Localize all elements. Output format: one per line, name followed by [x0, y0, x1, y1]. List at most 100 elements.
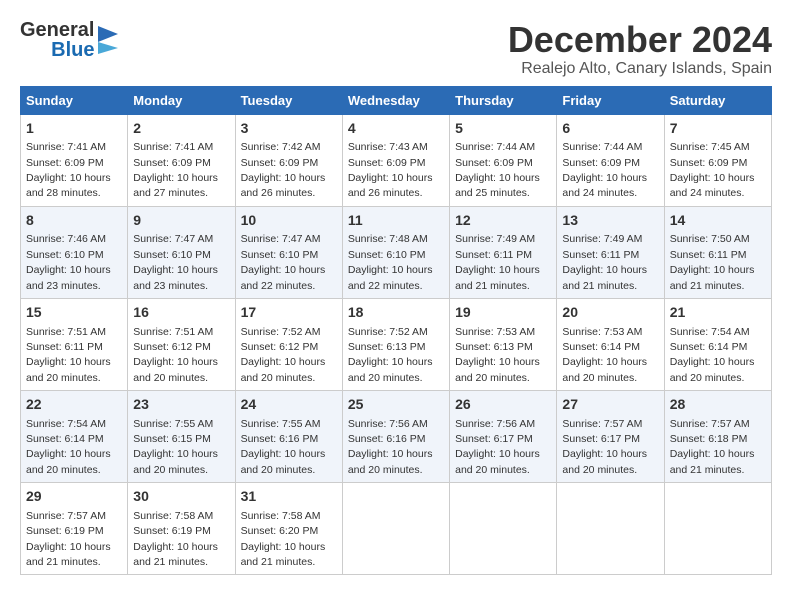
day-number: 21	[670, 303, 766, 323]
day-info: Sunrise: 7:42 AMSunset: 6:09 PMDaylight:…	[241, 141, 326, 199]
calendar-cell: 25 Sunrise: 7:56 AMSunset: 6:16 PMDaylig…	[342, 391, 449, 483]
calendar-cell: 26 Sunrise: 7:56 AMSunset: 6:17 PMDaylig…	[450, 391, 557, 483]
day-number: 19	[455, 303, 551, 323]
calendar-cell	[557, 483, 664, 575]
day-info: Sunrise: 7:45 AMSunset: 6:09 PMDaylight:…	[670, 141, 755, 199]
day-info: Sunrise: 7:55 AMSunset: 6:16 PMDaylight:…	[241, 418, 326, 476]
calendar-header-row: SundayMondayTuesdayWednesdayThursdayFrid…	[21, 86, 772, 114]
calendar-cell: 1 Sunrise: 7:41 AMSunset: 6:09 PMDayligh…	[21, 114, 128, 206]
day-number: 15	[26, 303, 122, 323]
day-number: 11	[348, 211, 444, 231]
day-info: Sunrise: 7:57 AMSunset: 6:17 PMDaylight:…	[562, 418, 647, 476]
day-info: Sunrise: 7:56 AMSunset: 6:17 PMDaylight:…	[455, 418, 540, 476]
day-info: Sunrise: 7:57 AMSunset: 6:18 PMDaylight:…	[670, 418, 755, 476]
calendar-cell: 19 Sunrise: 7:53 AMSunset: 6:13 PMDaylig…	[450, 298, 557, 390]
day-number: 17	[241, 303, 337, 323]
day-number: 28	[670, 395, 766, 415]
day-info: Sunrise: 7:49 AMSunset: 6:11 PMDaylight:…	[562, 233, 647, 291]
day-info: Sunrise: 7:50 AMSunset: 6:11 PMDaylight:…	[670, 233, 755, 291]
day-number: 7	[670, 119, 766, 139]
day-info: Sunrise: 7:57 AMSunset: 6:19 PMDaylight:…	[26, 510, 111, 568]
col-header-thursday: Thursday	[450, 86, 557, 114]
logo: General Blue	[20, 20, 120, 60]
calendar-cell: 31 Sunrise: 7:58 AMSunset: 6:20 PMDaylig…	[235, 483, 342, 575]
day-number: 25	[348, 395, 444, 415]
day-info: Sunrise: 7:44 AMSunset: 6:09 PMDaylight:…	[455, 141, 540, 199]
calendar-cell: 4 Sunrise: 7:43 AMSunset: 6:09 PMDayligh…	[342, 114, 449, 206]
day-number: 26	[455, 395, 551, 415]
calendar-cell	[664, 483, 771, 575]
day-info: Sunrise: 7:56 AMSunset: 6:16 PMDaylight:…	[348, 418, 433, 476]
day-info: Sunrise: 7:58 AMSunset: 6:19 PMDaylight:…	[133, 510, 218, 568]
calendar-cell: 23 Sunrise: 7:55 AMSunset: 6:15 PMDaylig…	[128, 391, 235, 483]
day-info: Sunrise: 7:55 AMSunset: 6:15 PMDaylight:…	[133, 418, 218, 476]
day-number: 10	[241, 211, 337, 231]
calendar-cell: 6 Sunrise: 7:44 AMSunset: 6:09 PMDayligh…	[557, 114, 664, 206]
day-number: 30	[133, 487, 229, 507]
day-number: 14	[670, 211, 766, 231]
calendar-cell: 21 Sunrise: 7:54 AMSunset: 6:14 PMDaylig…	[664, 298, 771, 390]
day-number: 1	[26, 119, 122, 139]
day-number: 6	[562, 119, 658, 139]
day-number: 20	[562, 303, 658, 323]
calendar-week-row: 8 Sunrise: 7:46 AMSunset: 6:10 PMDayligh…	[21, 206, 772, 298]
col-header-saturday: Saturday	[664, 86, 771, 114]
day-number: 3	[241, 119, 337, 139]
day-number: 16	[133, 303, 229, 323]
day-info: Sunrise: 7:44 AMSunset: 6:09 PMDaylight:…	[562, 141, 647, 199]
day-info: Sunrise: 7:43 AMSunset: 6:09 PMDaylight:…	[348, 141, 433, 199]
calendar-cell: 2 Sunrise: 7:41 AMSunset: 6:09 PMDayligh…	[128, 114, 235, 206]
day-number: 13	[562, 211, 658, 231]
calendar-cell: 22 Sunrise: 7:54 AMSunset: 6:14 PMDaylig…	[21, 391, 128, 483]
logo-flag-icon	[98, 26, 120, 54]
day-info: Sunrise: 7:51 AMSunset: 6:11 PMDaylight:…	[26, 326, 111, 384]
month-title: December 2024	[508, 20, 772, 60]
calendar-cell: 12 Sunrise: 7:49 AMSunset: 6:11 PMDaylig…	[450, 206, 557, 298]
calendar-cell: 20 Sunrise: 7:53 AMSunset: 6:14 PMDaylig…	[557, 298, 664, 390]
calendar-cell: 13 Sunrise: 7:49 AMSunset: 6:11 PMDaylig…	[557, 206, 664, 298]
title-block: December 2024 Realejo Alto, Canary Islan…	[508, 20, 772, 78]
calendar-cell: 27 Sunrise: 7:57 AMSunset: 6:17 PMDaylig…	[557, 391, 664, 483]
calendar-cell	[342, 483, 449, 575]
day-number: 23	[133, 395, 229, 415]
page-header: General Blue December 2024 Realejo Alto,…	[20, 20, 772, 78]
day-number: 22	[26, 395, 122, 415]
calendar-cell: 28 Sunrise: 7:57 AMSunset: 6:18 PMDaylig…	[664, 391, 771, 483]
col-header-wednesday: Wednesday	[342, 86, 449, 114]
day-info: Sunrise: 7:47 AMSunset: 6:10 PMDaylight:…	[241, 233, 326, 291]
calendar-cell: 24 Sunrise: 7:55 AMSunset: 6:16 PMDaylig…	[235, 391, 342, 483]
calendar-cell: 7 Sunrise: 7:45 AMSunset: 6:09 PMDayligh…	[664, 114, 771, 206]
day-number: 27	[562, 395, 658, 415]
calendar-cell: 29 Sunrise: 7:57 AMSunset: 6:19 PMDaylig…	[21, 483, 128, 575]
calendar-week-row: 22 Sunrise: 7:54 AMSunset: 6:14 PMDaylig…	[21, 391, 772, 483]
day-number: 2	[133, 119, 229, 139]
day-info: Sunrise: 7:51 AMSunset: 6:12 PMDaylight:…	[133, 326, 218, 384]
day-number: 18	[348, 303, 444, 323]
calendar-cell: 3 Sunrise: 7:42 AMSunset: 6:09 PMDayligh…	[235, 114, 342, 206]
day-info: Sunrise: 7:46 AMSunset: 6:10 PMDaylight:…	[26, 233, 111, 291]
day-info: Sunrise: 7:41 AMSunset: 6:09 PMDaylight:…	[26, 141, 111, 199]
calendar-week-row: 29 Sunrise: 7:57 AMSunset: 6:19 PMDaylig…	[21, 483, 772, 575]
day-number: 31	[241, 487, 337, 507]
day-number: 12	[455, 211, 551, 231]
day-info: Sunrise: 7:47 AMSunset: 6:10 PMDaylight:…	[133, 233, 218, 291]
calendar-cell: 10 Sunrise: 7:47 AMSunset: 6:10 PMDaylig…	[235, 206, 342, 298]
day-info: Sunrise: 7:52 AMSunset: 6:12 PMDaylight:…	[241, 326, 326, 384]
day-info: Sunrise: 7:54 AMSunset: 6:14 PMDaylight:…	[670, 326, 755, 384]
day-info: Sunrise: 7:54 AMSunset: 6:14 PMDaylight:…	[26, 418, 111, 476]
day-number: 5	[455, 119, 551, 139]
calendar-cell: 9 Sunrise: 7:47 AMSunset: 6:10 PMDayligh…	[128, 206, 235, 298]
col-header-monday: Monday	[128, 86, 235, 114]
day-info: Sunrise: 7:53 AMSunset: 6:13 PMDaylight:…	[455, 326, 540, 384]
col-header-sunday: Sunday	[21, 86, 128, 114]
day-info: Sunrise: 7:49 AMSunset: 6:11 PMDaylight:…	[455, 233, 540, 291]
location-title: Realejo Alto, Canary Islands, Spain	[508, 60, 772, 78]
day-info: Sunrise: 7:48 AMSunset: 6:10 PMDaylight:…	[348, 233, 433, 291]
day-number: 8	[26, 211, 122, 231]
day-number: 29	[26, 487, 122, 507]
day-info: Sunrise: 7:41 AMSunset: 6:09 PMDaylight:…	[133, 141, 218, 199]
col-header-tuesday: Tuesday	[235, 86, 342, 114]
col-header-friday: Friday	[557, 86, 664, 114]
day-info: Sunrise: 7:52 AMSunset: 6:13 PMDaylight:…	[348, 326, 433, 384]
calendar-cell: 16 Sunrise: 7:51 AMSunset: 6:12 PMDaylig…	[128, 298, 235, 390]
